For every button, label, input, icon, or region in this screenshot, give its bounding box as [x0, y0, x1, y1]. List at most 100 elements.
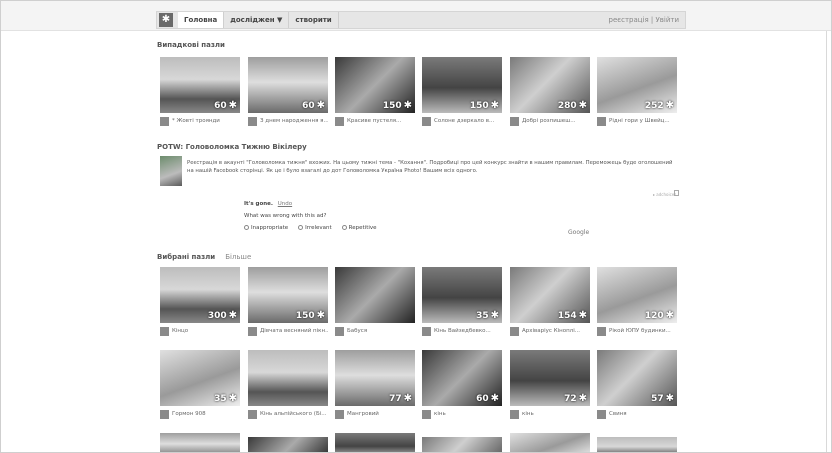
- radio-icon[interactable]: [298, 225, 304, 230]
- puzzle-thumbnail[interactable]: 150 ✱: [422, 57, 502, 113]
- puzzle-thumbnail[interactable]: [422, 437, 502, 452]
- author-avatar-icon[interactable]: [248, 116, 257, 126]
- puzzle-title-link[interactable]: кінь: [522, 411, 534, 417]
- puzzle-thumbnail[interactable]: 60 ✱: [248, 57, 328, 113]
- puzzle-tile[interactable]: Бабуся: [335, 267, 415, 336]
- author-avatar-icon[interactable]: [597, 409, 606, 419]
- puzzle-thumbnail[interactable]: 72 ✱: [510, 350, 590, 406]
- author-avatar-icon[interactable]: [335, 116, 344, 126]
- puzzle-thumbnail[interactable]: [160, 433, 240, 452]
- puzzle-thumbnail[interactable]: 57 ✱: [597, 350, 677, 406]
- puzzle-tile[interactable]: 60 ✱ кінь: [422, 350, 502, 419]
- puzzle-thumbnail[interactable]: 154 ✱: [510, 267, 590, 323]
- puzzle-thumbnail[interactable]: 60 ✱: [160, 57, 240, 113]
- author-avatar-icon[interactable]: [248, 326, 257, 336]
- poll-option-repetitive[interactable]: Repetitive: [341, 225, 377, 231]
- puzzle-thumbnail[interactable]: 35 ✱: [160, 350, 240, 406]
- puzzle-tile[interactable]: 35 ✱ Кінь Вайзедбевко...: [422, 267, 502, 336]
- puzzle-title-link[interactable]: Дівчата весняний пікн...: [260, 328, 328, 334]
- puzzle-tile[interactable]: 300 ✱ Кінцо: [160, 267, 240, 336]
- radio-icon[interactable]: [244, 225, 249, 230]
- puzzle-tile[interactable]: 154 ✱ Архіваріус Кіноплі...: [510, 267, 590, 336]
- poll-option-inappropriate[interactable]: Inappropriate: [244, 225, 288, 231]
- puzzle-title-link[interactable]: Свиня: [609, 411, 627, 417]
- puzzle-thumbnail[interactable]: 300 ✱: [160, 267, 240, 323]
- puzzle-title-link[interactable]: Добрі розпишеш...: [522, 118, 575, 124]
- tab-create[interactable]: створити: [289, 12, 339, 28]
- puzzle-tile[interactable]: 57 ✱ Свиня: [597, 350, 677, 419]
- puzzle-thumbnail[interactable]: [335, 433, 415, 452]
- puzzle-thumbnail[interactable]: 120 ✱: [597, 267, 677, 323]
- puzzle-title-link[interactable]: Кінь альпійського (Бі...: [260, 411, 327, 417]
- puzzle-tile[interactable]: 280 ✱ Добрі розпишеш...: [510, 57, 590, 126]
- puzzle-title-link[interactable]: Мангровий: [347, 411, 379, 417]
- author-avatar-icon[interactable]: [510, 116, 519, 126]
- author-avatar-icon[interactable]: [335, 326, 344, 336]
- puzzle-thumbnail[interactable]: 35 ✱: [422, 267, 502, 323]
- puzzle-thumbnail[interactable]: [510, 433, 590, 452]
- puzzle-thumbnail[interactable]: 150 ✱: [248, 267, 328, 323]
- puzzle-title-link[interactable]: кінь: [434, 411, 446, 417]
- author-avatar-icon[interactable]: [422, 116, 431, 126]
- puzzle-tile[interactable]: 252 ✱ Рідні гори у Швейц...: [597, 57, 677, 126]
- radio-icon[interactable]: [341, 225, 347, 230]
- puzzle-thumbnail[interactable]: [248, 437, 328, 452]
- author-avatar-icon[interactable]: [160, 409, 169, 419]
- puzzle-title-link[interactable]: Кінцо: [172, 328, 188, 334]
- puzzle-tile[interactable]: 35 ✱ Гормон 908: [160, 350, 240, 419]
- potw-title[interactable]: POTW: Головоломка Тижню Вікілеру: [157, 143, 307, 151]
- puzzle-tile[interactable]: 150 ✱ Красиве пустеля...: [335, 57, 415, 126]
- puzzle-tile[interactable]: 77 ✱ Мангровий: [335, 350, 415, 419]
- author-avatar-icon[interactable]: [248, 409, 257, 419]
- author-avatar-icon[interactable]: [335, 409, 344, 419]
- poll-undo-link[interactable]: Undo: [278, 201, 292, 207]
- puzzle-title-link[interactable]: З днем народження я...: [260, 118, 328, 124]
- puzzle-tile[interactable]: 150 ✱ Солоне дзеркало в...: [422, 57, 502, 126]
- piece-count: 150: [469, 101, 489, 111]
- chosen-more-link[interactable]: Більше: [225, 253, 251, 261]
- piece-count: 150: [382, 101, 402, 111]
- puzzle-title-link[interactable]: Гормон 908: [172, 411, 206, 417]
- poll-option-irrelevant[interactable]: Irrelevant: [298, 225, 332, 231]
- puzzle-tile[interactable]: 72 ✱ кінь: [510, 350, 590, 419]
- puzzle-title-link[interactable]: Красиве пустеля...: [347, 118, 401, 124]
- author-avatar-icon[interactable]: [422, 326, 431, 336]
- author-avatar-icon[interactable]: [510, 409, 519, 419]
- tab-explore[interactable]: досліджен ▼: [224, 12, 290, 28]
- puzzle-thumbnail[interactable]: 252 ✱: [597, 57, 677, 113]
- author-avatar-icon[interactable]: [422, 409, 431, 419]
- site-logo-icon[interactable]: ✱: [159, 13, 173, 27]
- puzzle-thumbnail[interactable]: 150 ✱: [335, 57, 415, 113]
- author-avatar-icon[interactable]: [160, 326, 169, 336]
- puzzle-title-link[interactable]: Бабуся: [347, 328, 367, 334]
- puzzle-thumbnail[interactable]: [248, 350, 328, 406]
- author-avatar-icon[interactable]: [160, 116, 169, 126]
- page-frame: ✱ Головна досліджен ▼ створити реєстраці…: [0, 0, 832, 453]
- puzzle-tile[interactable]: 60 ✱ * Жовті троянди: [160, 57, 240, 126]
- puzzle-thumbnail[interactable]: 280 ✱: [510, 57, 590, 113]
- puzzle-thumbnail[interactable]: [335, 267, 415, 323]
- puzzle-title-link[interactable]: Архіваріус Кіноплі...: [522, 328, 580, 334]
- puzzle-title-link[interactable]: * Жовті троянди: [172, 118, 220, 124]
- puzzle-tile[interactable]: 60 ✱ З днем народження я...: [248, 57, 328, 126]
- login-link[interactable]: Увійти: [655, 16, 679, 24]
- puzzle-thumbnail[interactable]: 77 ✱: [335, 350, 415, 406]
- puzzle-title-link[interactable]: Солоне дзеркало в...: [434, 118, 494, 124]
- register-link[interactable]: реєстрація: [609, 16, 649, 24]
- puzzle-thumbnail[interactable]: [597, 437, 677, 452]
- puzzle-tile[interactable]: 150 ✱ Дівчата весняний пікн...: [248, 267, 328, 336]
- tab-home[interactable]: Головна: [178, 12, 225, 28]
- author-avatar-icon[interactable]: [597, 116, 606, 126]
- author-avatar-icon[interactable]: [597, 326, 606, 336]
- puzzle-tile[interactable]: Кінь альпійського (Бі...: [248, 350, 328, 419]
- puzzle-title-link[interactable]: Кінь Вайзедбевко...: [434, 328, 491, 334]
- ad-info-icon[interactable]: [674, 190, 679, 196]
- puzzle-title-link[interactable]: Рідні гори у Швейц...: [609, 118, 670, 124]
- puzzle-title-link[interactable]: Рікой ЮПУ будинки...: [609, 328, 671, 334]
- puzzle-thumbnail[interactable]: 60 ✱: [422, 350, 502, 406]
- potw-thumbnail[interactable]: [160, 156, 182, 186]
- author-avatar-icon[interactable]: [510, 326, 519, 336]
- puzzle-tile[interactable]: 120 ✱ Рікой ЮПУ будинки...: [597, 267, 677, 336]
- scrollbar-track[interactable]: [826, 31, 827, 452]
- ad-choices-label[interactable]: ▸ adchoices: [653, 192, 676, 197]
